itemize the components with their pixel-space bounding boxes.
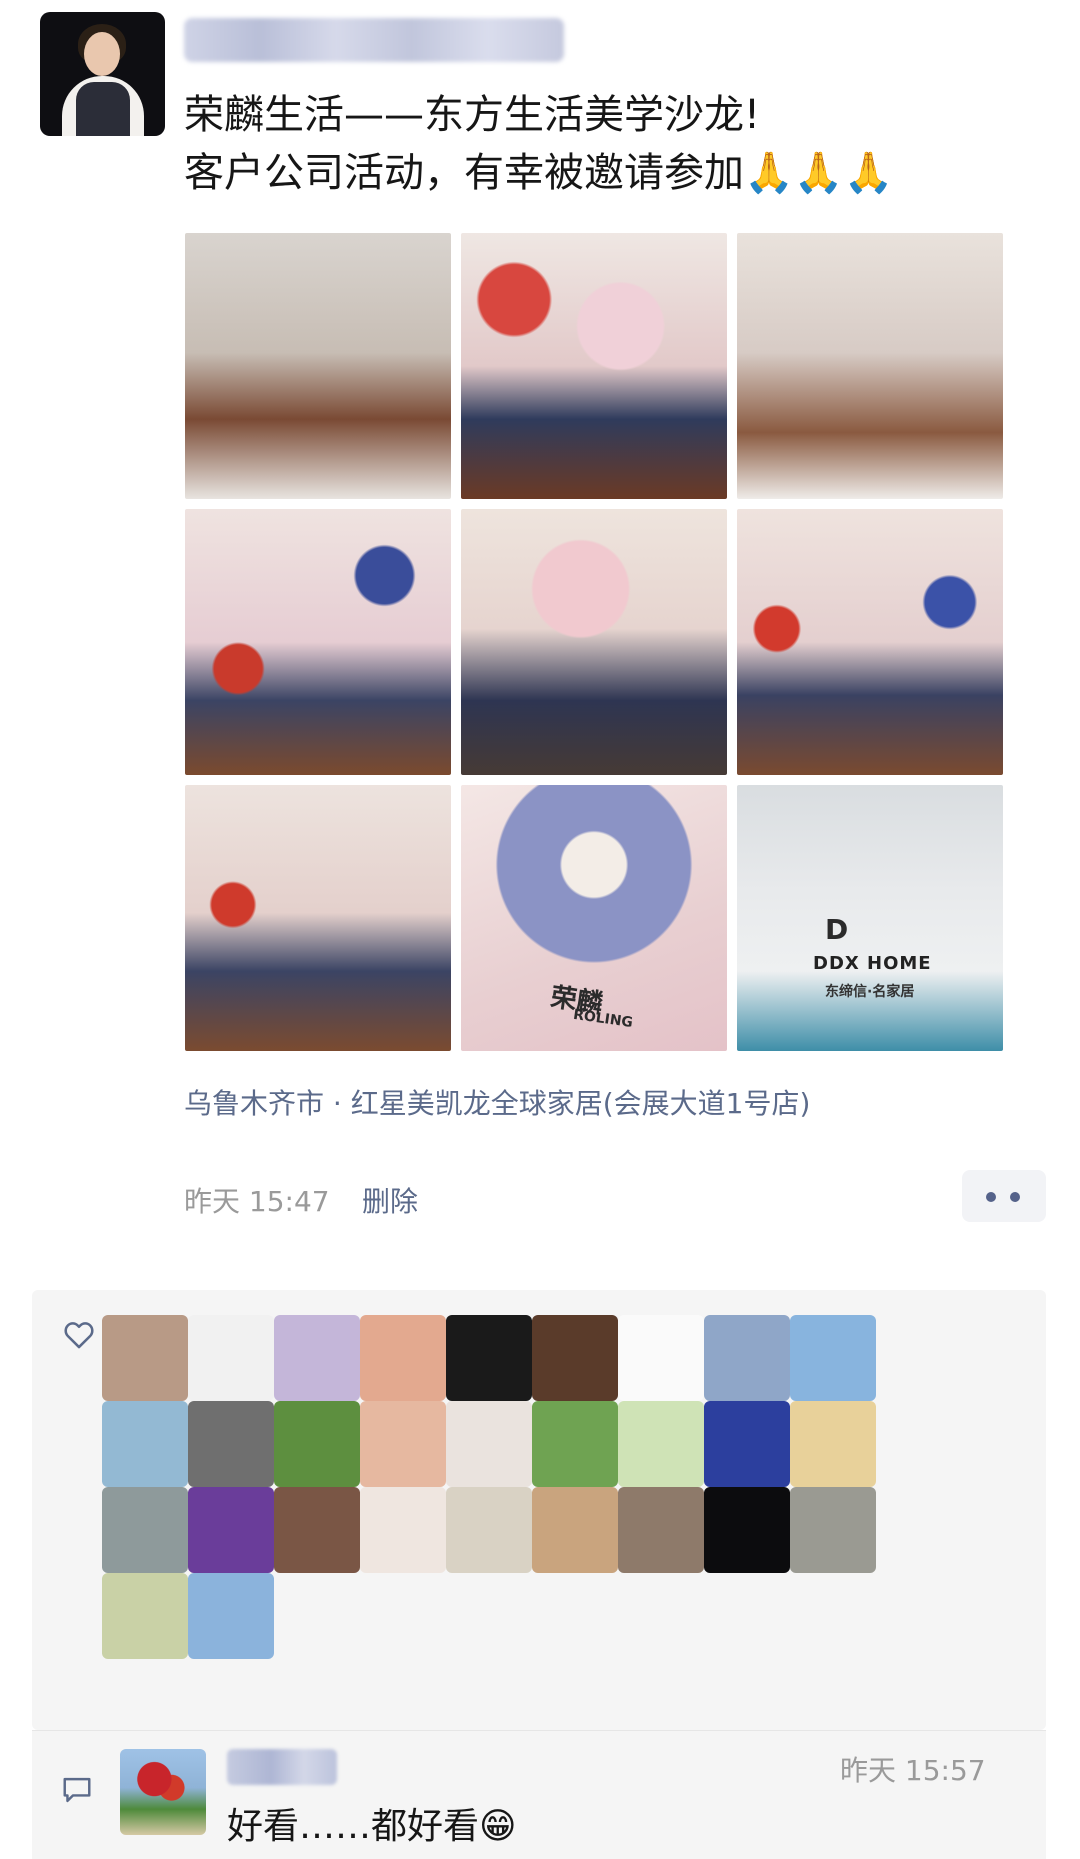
bottle-brand-text: DDX HOME — [813, 953, 932, 974]
like-avatar[interactable] — [360, 1315, 446, 1401]
heart-icon — [64, 1322, 94, 1349]
photo-woman-on-sofa[interactable] — [185, 509, 451, 775]
like-avatar[interactable] — [790, 1487, 876, 1573]
like-avatar[interactable] — [790, 1315, 876, 1401]
author-name-blurred[interactable] — [184, 18, 564, 62]
comment-time: 昨天 15:57 — [840, 1754, 986, 1787]
umbrella-brand-sub-text: ROLING — [572, 1006, 634, 1032]
more-button[interactable] — [962, 1170, 1046, 1222]
comment-text: 好看……都好看😁 — [227, 1806, 517, 1847]
like-avatar[interactable] — [102, 1401, 188, 1487]
bottle-brand-sub-text: 东缔信·名家居 — [825, 984, 915, 1000]
like-avatar[interactable] — [532, 1401, 618, 1487]
more-dots-icon — [986, 1192, 996, 1202]
like-avatar[interactable] — [704, 1401, 790, 1487]
like-avatar[interactable] — [618, 1487, 704, 1573]
likes-panel — [32, 1290, 1046, 1730]
like-avatar[interactable] — [360, 1401, 446, 1487]
photo-grid: 荣麟 ROLING D DDX HOME 东缔信·名家居 — [185, 233, 1004, 1051]
post-text-line-1: 荣麟生活——东方生活美学沙龙! — [184, 92, 761, 138]
photo-painted-umbrella-closeup[interactable]: 荣麟 ROLING — [461, 785, 727, 1051]
photo-boy-peace-sign[interactable] — [461, 509, 727, 775]
post-location[interactable]: 乌鲁木齐市 · 红星美凯龙全球家居(会展大道1号店) — [184, 1082, 810, 1122]
like-avatar[interactable] — [274, 1315, 360, 1401]
like-avatar[interactable] — [360, 1487, 446, 1573]
like-avatar[interactable] — [102, 1573, 188, 1659]
like-avatar[interactable] — [274, 1487, 360, 1573]
comment-panel: 昨天 15:57 好看……都好看😁 — [32, 1730, 1046, 1859]
like-avatar[interactable] — [188, 1487, 274, 1573]
post-text: 荣麟生活——东方生活美学沙龙! 客户公司活动，有幸被邀请参加🙏🙏🙏 — [184, 86, 1044, 202]
like-avatar[interactable] — [188, 1573, 274, 1659]
commenter-avatar[interactable] — [120, 1749, 206, 1835]
like-avatar[interactable] — [188, 1315, 274, 1401]
commenter-name-blurred[interactable] — [227, 1749, 337, 1785]
like-avatar[interactable] — [532, 1315, 618, 1401]
like-avatar[interactable] — [102, 1487, 188, 1573]
photo-umbrella-wall-sofa[interactable] — [461, 233, 727, 499]
like-avatar[interactable] — [446, 1315, 532, 1401]
like-avatar[interactable] — [446, 1401, 532, 1487]
like-avatar[interactable] — [618, 1315, 704, 1401]
more-dots-icon — [1010, 1192, 1020, 1202]
photo-event-room[interactable] — [185, 233, 451, 499]
like-avatar[interactable] — [102, 1315, 188, 1401]
like-avatar[interactable] — [188, 1401, 274, 1487]
like-avatar[interactable] — [446, 1487, 532, 1573]
photo-water-bottle[interactable]: D DDX HOME 东缔信·名家居 — [737, 785, 1003, 1051]
like-avatar[interactable] — [790, 1401, 876, 1487]
photo-woman-seated[interactable] — [185, 785, 451, 1051]
like-avatar[interactable] — [704, 1315, 790, 1401]
post-text-line-2: 客户公司活动，有幸被邀请参加🙏🙏🙏 — [184, 150, 894, 196]
avatar-face — [84, 32, 120, 76]
like-avatar[interactable] — [274, 1401, 360, 1487]
photo-woman-with-umbrella[interactable] — [737, 233, 1003, 499]
like-avatar[interactable] — [704, 1487, 790, 1573]
author-avatar[interactable] — [40, 12, 165, 136]
comment-icon — [63, 1777, 91, 1803]
post-time: 昨天 15:47 — [184, 1185, 330, 1218]
photo-boy-on-sofa[interactable] — [737, 509, 1003, 775]
avatar-vest — [76, 82, 130, 136]
bottle-logo-text: D — [825, 913, 849, 946]
delete-button[interactable]: 删除 — [362, 1180, 418, 1220]
like-avatar[interactable] — [618, 1401, 704, 1487]
like-avatar[interactable] — [532, 1487, 618, 1573]
